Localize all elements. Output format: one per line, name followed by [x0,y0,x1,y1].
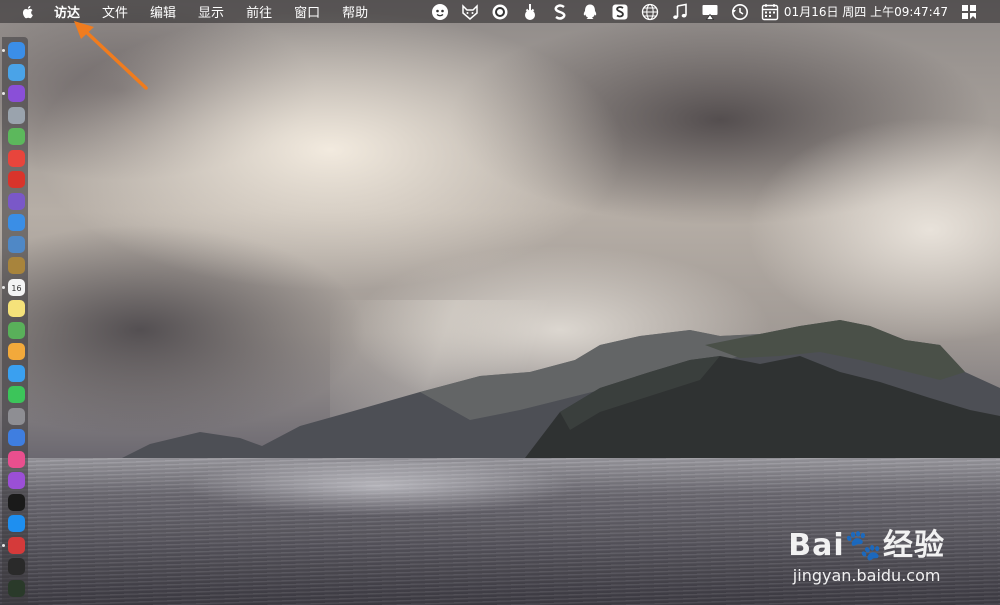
qq-icon[interactable] [581,3,599,21]
menu-view[interactable]: 显示 [198,2,224,21]
music-note-icon[interactable] [671,3,689,21]
menu-file[interactable]: 文件 [102,2,128,21]
menu-window[interactable]: 窗口 [294,2,320,21]
dock-app-notes[interactable] [8,300,25,317]
globe-icon[interactable] [641,3,659,21]
dock-app-app-purple[interactable] [8,192,25,210]
ring-icon[interactable] [491,3,509,21]
menu-edit[interactable]: 编辑 [150,2,176,21]
status-bar: 01月16日 周四 上午09:47:47 [419,0,1000,23]
calendar-icon[interactable] [761,3,779,21]
dock-app-calendar[interactable]: 16 [8,278,25,296]
dock-running-indicator [2,543,5,547]
dock: 16 [2,37,28,605]
airplay-icon[interactable] [701,3,719,21]
time-machine-icon[interactable] [731,3,749,21]
dock-running-indicator [2,92,5,95]
dock-app-app-store[interactable] [8,515,25,532]
dock-app-activity-monitor[interactable] [8,579,25,597]
dock-app-preview[interactable] [8,235,25,253]
dock-app-siri[interactable] [8,85,25,102]
watermark-logo: Bai🐾经验 [788,528,945,563]
menu-go[interactable]: 前往 [246,2,272,21]
dock-app-photos[interactable] [8,343,25,360]
s-icon[interactable] [551,3,569,21]
fox-icon[interactable] [461,3,479,21]
dock-app-system-preferences[interactable] [8,407,25,425]
dock-app-vivaldi[interactable] [8,536,25,554]
dock-app-safari[interactable] [8,63,25,81]
apple-icon[interactable] [20,4,36,20]
annotation-arrow [74,21,148,90]
dock-app-apple-tv[interactable] [8,493,25,511]
dock-running-indicator [2,285,5,289]
baidu-jingyan-watermark: Bai🐾经验 jingyan.baidu.com [788,520,945,585]
dock-app-finder[interactable] [8,42,25,59]
dock-app-messages[interactable] [8,364,25,382]
sogou-input-icon[interactable] [611,3,629,21]
dock-app-podcasts[interactable] [8,472,25,489]
dock-app-terminal[interactable] [8,558,25,575]
dock-app-chrome[interactable] [8,149,25,167]
dock-app-notes-brown[interactable] [8,257,25,274]
app-grid-icon[interactable] [960,3,978,21]
dock-app-facetime[interactable] [8,386,25,403]
dock-app-android-studio[interactable] [8,128,25,145]
dock-app-itunes[interactable] [8,450,25,468]
download-icon[interactable] [521,3,539,21]
dock-app-app-red[interactable] [8,171,25,188]
dock-running-indicator [2,49,5,52]
dock-app-keynote[interactable] [8,429,25,446]
dock-app-safari-compass[interactable] [8,214,25,231]
watermark-url: jingyan.baidu.com [792,566,941,585]
baidu-netdisk-icon[interactable] [431,3,449,21]
menu-help[interactable]: 帮助 [342,2,368,21]
dock-app-launchpad[interactable] [8,106,25,124]
menu-bar-clock[interactable]: 01月16日 周四 上午09:47:47 [784,3,948,20]
dock-app-maps[interactable] [8,321,25,339]
menu-finder[interactable]: 访达 [54,2,80,21]
